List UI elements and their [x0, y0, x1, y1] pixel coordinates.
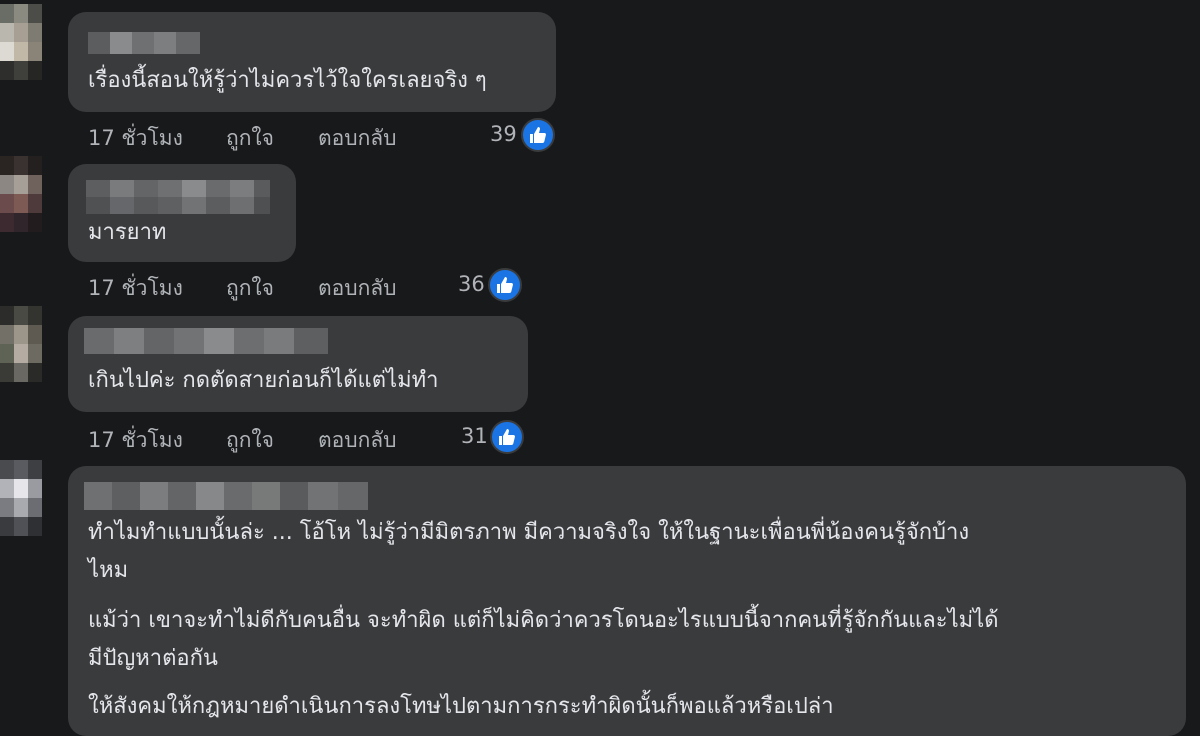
reply-link[interactable]: ตอบกลับ	[318, 424, 397, 457]
comment-bubble	[68, 12, 556, 112]
avatar[interactable]	[0, 4, 42, 80]
thumbs-up-icon[interactable]	[488, 268, 522, 302]
comment-text: เรื่องนี้สอนให้รู้ว่าไม่ควรไว้ใจใครเลยจร…	[88, 68, 487, 93]
like-link[interactable]: ถูกใจ	[226, 122, 274, 155]
comment-text-line: ไหม	[88, 558, 129, 583]
like-link[interactable]: ถูกใจ	[226, 424, 274, 457]
like-count[interactable]: 31	[461, 424, 488, 448]
reply-link[interactable]: ตอบกลับ	[318, 272, 397, 305]
avatar[interactable]	[0, 460, 42, 536]
like-link[interactable]: ถูกใจ	[226, 272, 274, 305]
comment-text-line: ให้สังคมให้กฎหมายดำเนินการลงโทษไปตามการก…	[88, 694, 834, 719]
comment-meta: 17 ชั่วโมง ถูกใจ ตอบกลับ	[88, 424, 448, 452]
author-name-blurred[interactable]	[86, 180, 270, 214]
comment-meta: 17 ชั่วโมง ถูกใจ ตอบกลับ	[88, 122, 448, 150]
comment-text: เกินไปค่ะ กดตัดสายก่อนก็ได้แต่ไม่ทำ	[88, 368, 439, 393]
author-name-blurred[interactable]	[88, 32, 200, 54]
avatar[interactable]	[0, 306, 42, 382]
comment-text-line: ทำไมทำแบบนั้นล่ะ ... โอ้โห ไม่รู้ว่ามีมิ…	[88, 520, 970, 545]
thumbs-up-icon[interactable]	[490, 420, 524, 454]
comment-time[interactable]: 17 ชั่วโมง	[88, 424, 183, 457]
thumbs-up-icon[interactable]	[521, 118, 555, 152]
author-name-blurred[interactable]	[84, 482, 368, 510]
comment-text: มารยาท	[88, 220, 167, 245]
author-name-blurred[interactable]	[84, 328, 328, 354]
comment-time[interactable]: 17 ชั่วโมง	[88, 272, 183, 305]
comment-text-line: มีปัญหาต่อกัน	[88, 646, 218, 671]
comment-text-line: แม้ว่า เขาจะทำไม่ดีกับคนอื่น จะทำผิด แต่…	[88, 608, 999, 633]
avatar[interactable]	[0, 156, 42, 232]
like-count[interactable]: 36	[458, 272, 485, 296]
like-count[interactable]: 39	[490, 122, 517, 146]
comment-time[interactable]: 17 ชั่วโมง	[88, 122, 183, 155]
reply-link[interactable]: ตอบกลับ	[318, 122, 397, 155]
comment-meta: 17 ชั่วโมง ถูกใจ ตอบกลับ	[88, 272, 448, 300]
